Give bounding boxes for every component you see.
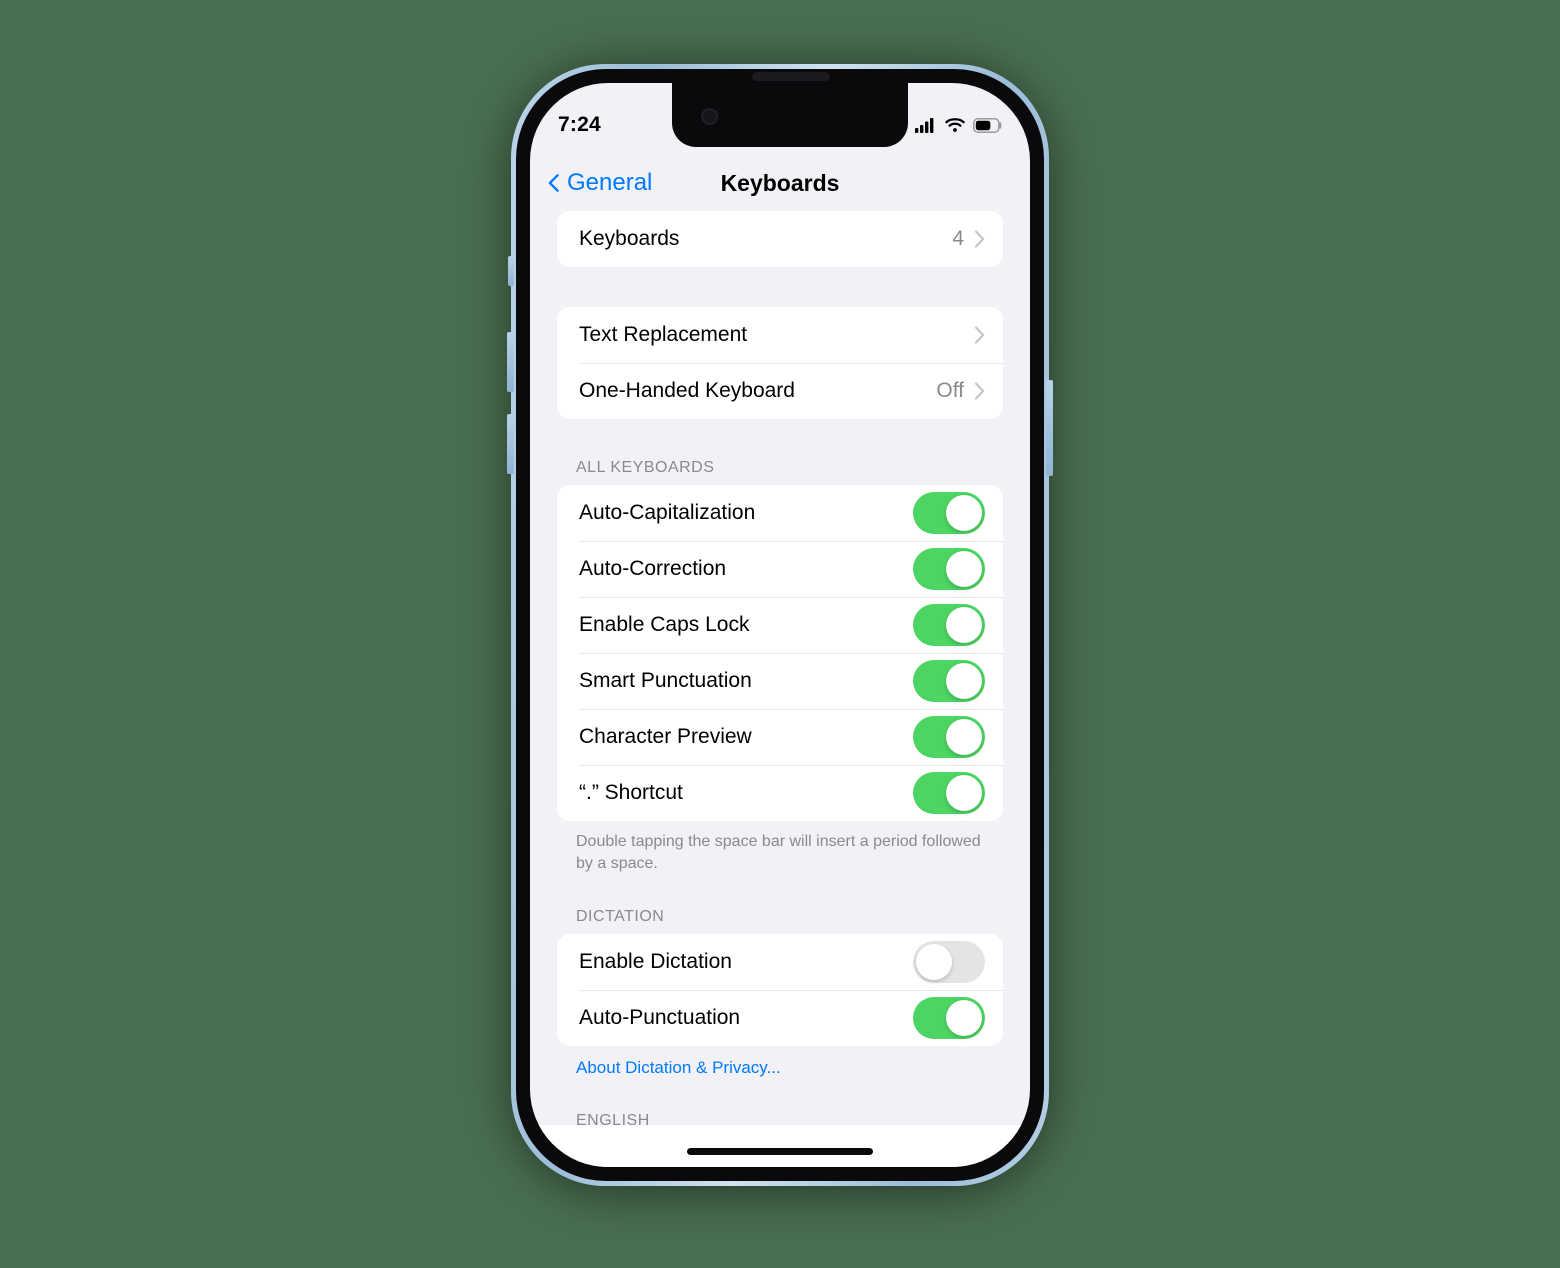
- chevron-right-icon: [974, 230, 985, 248]
- row-auto-correction[interactable]: Auto-Correction: [557, 541, 1003, 597]
- settings-list[interactable]: Keyboards 4 Text Replacement One-Handed …: [530, 211, 1030, 1167]
- back-button-label: General: [567, 169, 653, 196]
- row-label: Character Preview: [579, 725, 752, 748]
- phone-screen: General Keyboards Keyboards 4 Text Repla…: [530, 83, 1030, 1167]
- row-character-preview[interactable]: Character Preview: [557, 709, 1003, 765]
- chevron-left-icon: [548, 174, 559, 192]
- row-enable-dictation[interactable]: Enable Dictation: [557, 934, 1003, 990]
- battery-icon: [973, 117, 1002, 133]
- row-label: Keyboards: [579, 227, 680, 250]
- row-label: Text Replacement: [579, 323, 748, 346]
- home-indicator-strip: [530, 1125, 1030, 1167]
- row-value: 4: [952, 227, 964, 250]
- volume-up-button[interactable]: [507, 332, 514, 392]
- group-text-options: Text Replacement One-Handed Keyboard Off: [557, 307, 1003, 419]
- row-period-shortcut[interactable]: “.” Shortcut: [557, 765, 1003, 821]
- row-label: Enable Dictation: [579, 950, 732, 974]
- row-keyboards[interactable]: Keyboards 4: [557, 211, 1003, 267]
- toggle-knob: [946, 719, 982, 755]
- toggle-character-preview[interactable]: [913, 716, 985, 758]
- toggle-knob: [946, 663, 982, 699]
- row-auto-punctuation[interactable]: Auto-Punctuation: [557, 990, 1003, 1046]
- group-all-keyboards: Auto-Capitalization Auto-Correction Enab…: [557, 485, 1003, 821]
- group-keyboards: Keyboards 4: [557, 211, 1003, 267]
- row-auto-capitalization[interactable]: Auto-Capitalization: [557, 485, 1003, 541]
- navigation-bar: General Keyboards: [530, 155, 1030, 211]
- toggle-enable-caps-lock[interactable]: [913, 604, 985, 646]
- row-label: Enable Caps Lock: [579, 613, 750, 636]
- toggle-auto-capitalization[interactable]: [913, 492, 985, 534]
- toggle-knob: [946, 551, 982, 587]
- section-header-dictation: DICTATION: [576, 908, 665, 926]
- chevron-right-icon: [974, 382, 985, 400]
- row-text-replacement[interactable]: Text Replacement: [557, 307, 1003, 363]
- status-bar-indicators: [915, 117, 1002, 133]
- toggle-enable-dictation[interactable]: [913, 941, 985, 984]
- toggle-knob: [946, 607, 982, 643]
- row-label: Auto-Capitalization: [579, 501, 756, 524]
- toggle-knob: [946, 775, 982, 811]
- row-enable-caps-lock[interactable]: Enable Caps Lock: [557, 597, 1003, 653]
- back-button[interactable]: General: [548, 169, 652, 197]
- wifi-icon: [945, 118, 965, 132]
- group-dictation: Enable Dictation Auto-Punctuation: [557, 934, 1003, 1047]
- toggle-knob: [946, 495, 982, 531]
- row-label: Auto-Correction: [579, 557, 727, 580]
- power-button[interactable]: [1046, 380, 1053, 476]
- toggle-period-shortcut[interactable]: [913, 772, 985, 814]
- row-label: One-Handed Keyboard: [579, 379, 795, 402]
- home-indicator[interactable]: [687, 1148, 873, 1155]
- toggle-auto-punctuation[interactable]: [913, 997, 985, 1040]
- front-camera-icon: [701, 108, 718, 125]
- section-header-all-keyboards: ALL KEYBOARDS: [576, 459, 715, 476]
- row-label: “.” Shortcut: [579, 781, 683, 804]
- row-smart-punctuation[interactable]: Smart Punctuation: [557, 653, 1003, 709]
- toggle-auto-correction[interactable]: [913, 548, 985, 590]
- row-label: Smart Punctuation: [579, 669, 752, 692]
- silent-switch-button[interactable]: [508, 256, 514, 286]
- row-label: Auto-Punctuation: [579, 1006, 741, 1030]
- chevron-right-icon: [974, 326, 985, 344]
- row-value: Off: [936, 379, 964, 402]
- toggle-knob: [946, 1000, 982, 1037]
- earpiece-speaker: [752, 72, 830, 81]
- toggle-smart-punctuation[interactable]: [913, 660, 985, 702]
- cellular-signal-icon: [915, 118, 934, 133]
- toggle-knob: [916, 944, 952, 981]
- volume-down-button[interactable]: [507, 414, 514, 474]
- footnote-period-shortcut: Double tapping the space bar will insert…: [576, 833, 981, 872]
- row-one-handed-keyboard[interactable]: One-Handed Keyboard Off: [557, 363, 1003, 419]
- device-stage: General Keyboards Keyboards 4 Text Repla…: [0, 0, 1560, 1268]
- link-about-dictation-privacy[interactable]: About Dictation & Privacy...: [530, 1046, 1030, 1078]
